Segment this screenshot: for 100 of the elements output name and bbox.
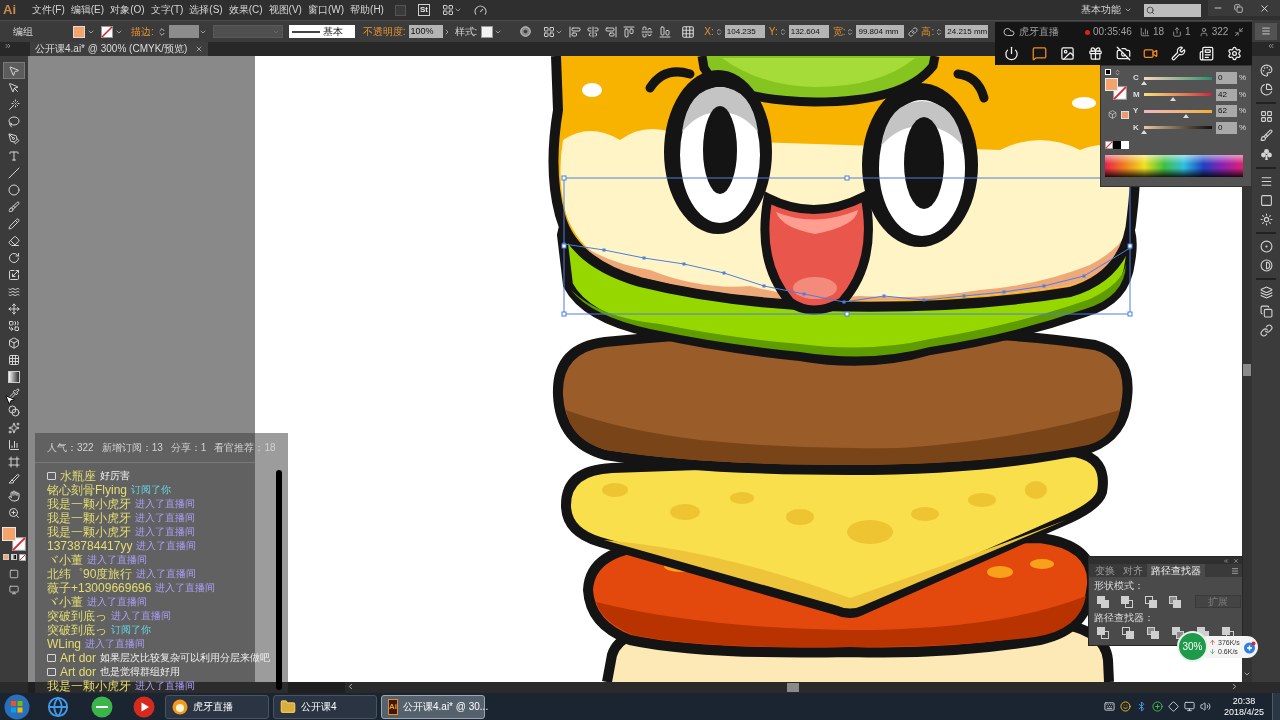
scroll-right-icon[interactable] <box>1230 682 1239 691</box>
brush-icon[interactable] <box>1259 129 1273 142</box>
fill-swatch[interactable] <box>73 25 85 38</box>
opacity-field[interactable]: 100% <box>408 25 443 38</box>
slider-thumb-icon[interactable] <box>1141 80 1147 85</box>
web-safe-swatch[interactable] <box>1121 110 1129 119</box>
screen-mode-icon[interactable] <box>9 585 19 595</box>
image-icon[interactable] <box>1059 46 1075 61</box>
clock[interactable]: 20:38 2018/4/25 <box>1219 695 1269 718</box>
minimize-button[interactable] <box>1208 0 1228 16</box>
scrollbar-thumb[interactable] <box>787 683 799 692</box>
none-mode-icon[interactable] <box>18 554 26 561</box>
stroke-profile-dropdown[interactable]: 基本 <box>288 25 355 38</box>
spinner-arrows-icon[interactable] <box>935 27 944 36</box>
panel-tab[interactable]: 变换 <box>1091 564 1119 577</box>
scroll-left-icon[interactable] <box>346 682 355 691</box>
layers-icon[interactable] <box>1259 286 1273 299</box>
menu-item[interactable]: 文件(F) <box>31 3 66 17</box>
chat-bubble-icon[interactable] <box>1031 46 1047 61</box>
scrollbar-thumb[interactable] <box>1243 364 1251 376</box>
dock-menu-button[interactable] <box>1255 22 1277 40</box>
stroke-weight-field[interactable] <box>168 25 199 38</box>
stroke-none-swatch[interactable] <box>101 25 113 38</box>
selection-bounding-box[interactable] <box>561 175 1133 317</box>
menu-item[interactable]: 窗口(W) <box>306 3 346 17</box>
spinner-arrows-icon[interactable] <box>714 27 723 36</box>
none-swatch-icon[interactable] <box>1105 141 1113 149</box>
color-mode-icon[interactable] <box>2 554 9 560</box>
style-swatch[interactable] <box>481 25 494 38</box>
spinner-arrows-icon[interactable] <box>156 26 167 37</box>
align-left-icon[interactable] <box>569 25 582 38</box>
chat-scrollbar[interactable] <box>276 470 282 690</box>
close-icon[interactable] <box>1233 557 1239 564</box>
transform-field[interactable]: 104.235 <box>724 25 765 38</box>
default-colors-icon[interactable] <box>1105 69 1111 75</box>
square-icon[interactable] <box>1259 194 1273 207</box>
arrange-grid-icon[interactable] <box>441 4 454 16</box>
panel-tab[interactable]: 路径查找器 <box>1147 564 1205 577</box>
globe-icon[interactable] <box>47 695 69 718</box>
drawing-mode-icon[interactable] <box>9 569 19 579</box>
gradient-mode-icon[interactable] <box>10 554 17 560</box>
video-camera-icon[interactable] <box>1143 46 1159 61</box>
channel-value-field[interactable]: 42 <box>1216 88 1237 101</box>
collapse-icon[interactable] <box>1234 27 1244 37</box>
ring-icon[interactable] <box>520 26 532 37</box>
grid-icon[interactable] <box>1259 110 1273 123</box>
newspaper-icon[interactable] <box>1199 46 1215 61</box>
minus-circle-icon[interactable] <box>91 695 113 718</box>
sun-icon[interactable] <box>1259 213 1273 226</box>
bluetooth-icon[interactable] <box>1136 701 1147 712</box>
keyboard-icon[interactable] <box>1104 701 1115 712</box>
stroke-none-swatch[interactable] <box>12 537 26 551</box>
power-icon[interactable] <box>1004 46 1019 61</box>
menu-item[interactable]: 帮助(H) <box>349 3 385 17</box>
workspace-switcher[interactable]: 基本功能 <box>1081 3 1132 17</box>
start-orb-icon[interactable] <box>4 693 30 720</box>
slider-thumb-icon[interactable] <box>1141 130 1147 135</box>
cube-icon[interactable] <box>1108 110 1117 119</box>
reference-point-icon[interactable] <box>681 24 696 39</box>
diamond-icon[interactable] <box>1168 701 1179 712</box>
align-bottom-icon[interactable] <box>659 25 672 38</box>
merge-icon[interactable] <box>1147 627 1159 639</box>
align-center-icon[interactable] <box>587 25 600 38</box>
menu-item[interactable]: 效果(C) <box>227 3 264 17</box>
collapse-icon[interactable] <box>1223 557 1229 564</box>
minus-front-icon[interactable] <box>1121 595 1133 608</box>
scroll-down-icon[interactable] <box>1243 670 1251 678</box>
transform-field[interactable]: 99.804 mm <box>856 25 905 38</box>
fill-swatch[interactable] <box>1105 78 1118 91</box>
club-icon[interactable] <box>1259 148 1273 161</box>
taskbar-button[interactable]: 公开课4 <box>273 694 377 719</box>
transform-field[interactable]: 132.604 <box>788 25 829 38</box>
lines-icon[interactable] <box>1259 175 1273 188</box>
align-to-icon[interactable] <box>543 25 556 38</box>
menu-item[interactable]: 对象(O) <box>109 3 146 17</box>
color-spectrum-field[interactable] <box>1105 155 1243 177</box>
channel-value-field[interactable]: 0 <box>1216 72 1237 85</box>
document-tab[interactable]: 公开课4.ai* @ 300% (CMYK/预览) <box>30 42 209 56</box>
stock-button[interactable]: St <box>417 4 430 16</box>
spinner-arrows-icon[interactable] <box>778 27 787 36</box>
channel-value-field[interactable]: 0 <box>1216 121 1237 134</box>
ring-icon[interactable] <box>1259 240 1273 253</box>
intersect-icon[interactable] <box>1145 595 1157 608</box>
search-field[interactable] <box>1144 3 1201 17</box>
taskbar-button[interactable]: 虎牙直播 <box>165 694 269 719</box>
stroke-label[interactable]: 描边: <box>131 24 154 39</box>
plus-circle-icon[interactable] <box>1243 640 1256 654</box>
menu-item[interactable]: 文字(T) <box>149 3 185 17</box>
palette-icon[interactable] <box>1259 64 1273 77</box>
double-chevron-icon[interactable] <box>1267 42 1275 50</box>
menu-item[interactable]: 编辑(E) <box>69 3 106 17</box>
wrench-icon[interactable] <box>1171 46 1187 61</box>
plus-circle-icon[interactable] <box>1152 701 1163 712</box>
fill-swatch[interactable] <box>2 527 16 541</box>
menu-item[interactable]: 选择(S) <box>188 3 224 17</box>
double-chevron-icon[interactable] <box>4 42 12 50</box>
panel-tab[interactable]: 对齐 <box>1119 564 1147 577</box>
align-top-icon[interactable] <box>623 25 636 38</box>
unite-shapes-icon[interactable] <box>1097 595 1109 608</box>
exclude-icon[interactable] <box>1169 595 1181 608</box>
